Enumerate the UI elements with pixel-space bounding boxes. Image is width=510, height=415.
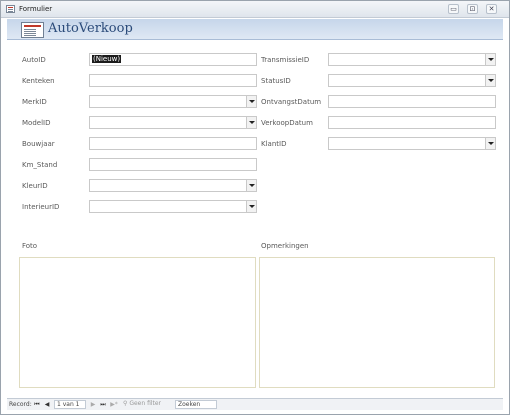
minimize-button[interactable]: ▭ bbox=[448, 4, 459, 14]
klantid-combo[interactable] bbox=[328, 137, 496, 150]
label-modelid: ModelID bbox=[22, 119, 51, 127]
label-verkoopdatum: VerkoopDatum bbox=[261, 119, 313, 127]
window-title: Formulier bbox=[19, 5, 53, 13]
form-icon bbox=[21, 22, 44, 38]
label-ontvangstdatum: OntvangstDatum bbox=[261, 98, 322, 106]
chevron-down-icon[interactable] bbox=[485, 75, 495, 86]
next-record-icon[interactable]: ▶ bbox=[89, 401, 97, 409]
chevron-down-icon[interactable] bbox=[485, 138, 495, 149]
form-title: AutoVerkoop bbox=[48, 21, 133, 36]
search-input[interactable]: Zoeken bbox=[175, 400, 217, 409]
restore-button[interactable]: ⊡ bbox=[467, 4, 478, 14]
verkoopdatum-field[interactable] bbox=[328, 116, 496, 129]
new-record-icon[interactable]: ▶* bbox=[109, 401, 119, 409]
merkid-combo[interactable] bbox=[89, 95, 257, 108]
current-record-input[interactable]: 1 van 1 bbox=[54, 400, 86, 409]
interieurid-combo[interactable] bbox=[89, 200, 257, 213]
label-opmerkingen: Opmerkingen bbox=[261, 242, 309, 250]
form-window-icon bbox=[6, 5, 15, 13]
label-transmissieid: TransmissieID bbox=[261, 56, 310, 64]
chevron-down-icon[interactable] bbox=[246, 96, 256, 107]
label-klantid: KlantID bbox=[261, 140, 287, 148]
record-navigation-bar: Record: ⏮ ◀ 1 van 1 ▶ ⏭ ▶* ⚲ Geen filter… bbox=[7, 398, 503, 410]
record-label: Record: bbox=[9, 401, 32, 408]
chevron-down-icon[interactable] bbox=[246, 117, 256, 128]
title-bar: Formulier ▭ ⊡ ✕ bbox=[1, 1, 509, 18]
first-record-icon[interactable]: ⏮ bbox=[33, 401, 41, 409]
statusid-combo[interactable] bbox=[328, 74, 496, 87]
notes-field[interactable] bbox=[259, 257, 495, 388]
kleurid-combo[interactable] bbox=[89, 179, 257, 192]
chevron-down-icon[interactable] bbox=[485, 54, 495, 65]
chevron-down-icon[interactable] bbox=[246, 180, 256, 191]
filter-status[interactable]: ⚲ Geen filter bbox=[123, 400, 161, 409]
modelid-combo[interactable] bbox=[89, 116, 257, 129]
last-record-icon[interactable]: ⏭ bbox=[99, 401, 107, 409]
form-header: AutoVerkoop bbox=[7, 19, 503, 40]
previous-record-icon[interactable]: ◀ bbox=[43, 401, 51, 409]
label-kenteken: Kenteken bbox=[22, 77, 55, 85]
label-statusid: StatusID bbox=[261, 77, 291, 85]
label-interieurid: InterieurID bbox=[22, 203, 60, 211]
close-button[interactable]: ✕ bbox=[486, 4, 497, 14]
label-merkid: MerkID bbox=[22, 98, 47, 106]
photo-frame[interactable] bbox=[19, 257, 256, 388]
funnel-icon: ⚲ bbox=[123, 400, 128, 407]
filter-label: Geen filter bbox=[129, 400, 162, 407]
ontvangstdatum-field[interactable] bbox=[328, 95, 496, 108]
label-foto: Foto bbox=[22, 242, 38, 250]
label-autoid: AutoID bbox=[22, 56, 46, 64]
bouwjaar-field[interactable] bbox=[89, 137, 257, 150]
kenteken-field[interactable] bbox=[89, 74, 257, 87]
autoid-value: (Nieuw) bbox=[92, 55, 122, 63]
km-stand-field[interactable] bbox=[89, 158, 257, 171]
label-bouwjaar: Bouwjaar bbox=[22, 140, 55, 148]
form-window: Formulier ▭ ⊡ ✕ AutoVerkoop AutoID (Nieu… bbox=[0, 0, 510, 415]
transmissieid-combo[interactable] bbox=[328, 53, 496, 66]
label-kleurid: KleurID bbox=[22, 182, 48, 190]
chevron-down-icon[interactable] bbox=[246, 201, 256, 212]
label-km-stand: Km_Stand bbox=[22, 161, 58, 169]
autoid-field[interactable]: (Nieuw) bbox=[89, 53, 257, 66]
